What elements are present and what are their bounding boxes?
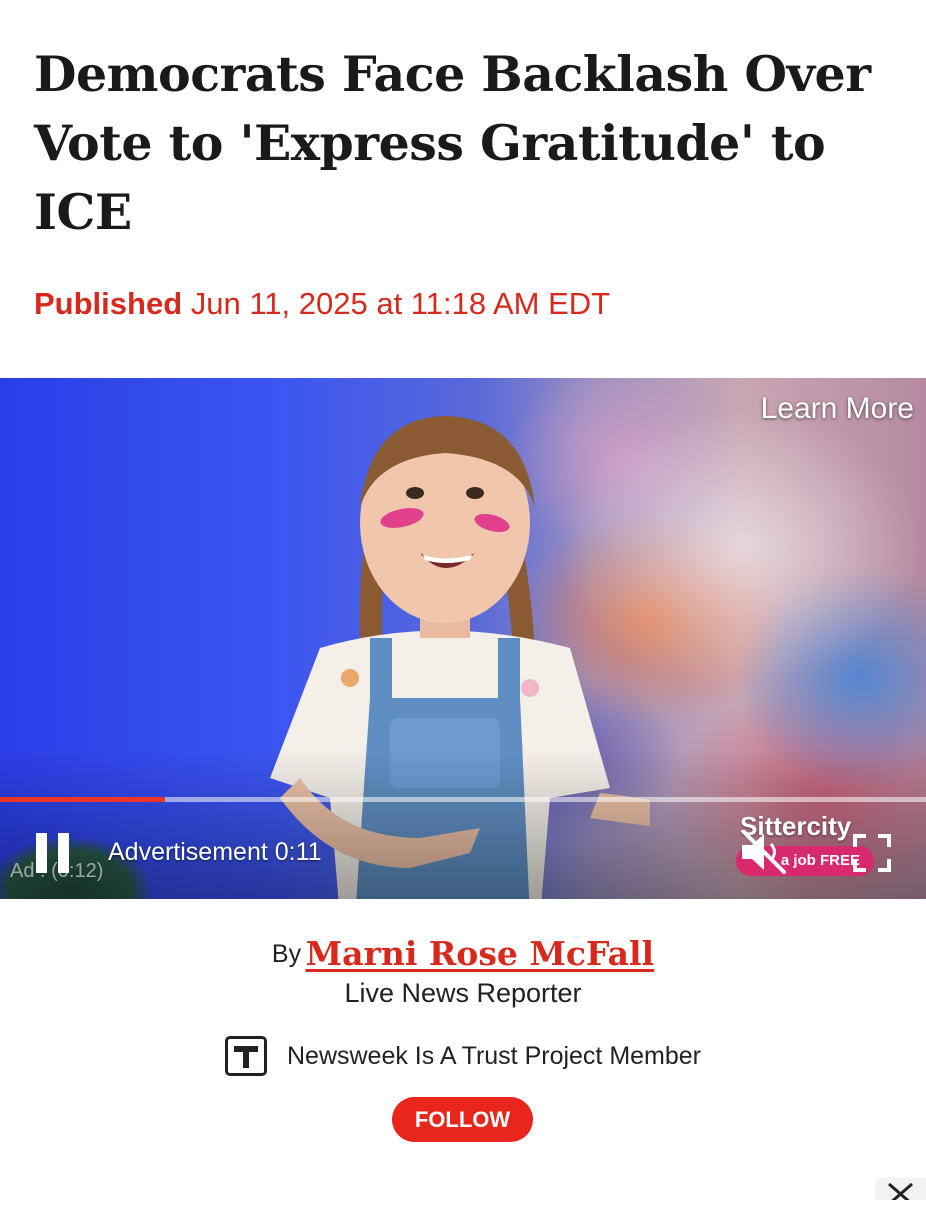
fullscreen-icon[interactable] [852, 833, 892, 873]
ad-countdown-overlay: Ad : (0:12) [10, 860, 104, 882]
trust-project-text: Newsweek Is A Trust Project Member [286, 1041, 702, 1070]
published-line: Published Jun 11, 2025 at 11:18 AM EDT [34, 286, 610, 322]
close-ad-tab[interactable] [875, 1178, 926, 1205]
author-role: Live News Reporter [344, 978, 582, 1008]
advertisement-label: Advertisement 0:11 [108, 838, 322, 866]
video-ad-player[interactable]: Learn More Ad : (0:12) Advertisement 0:1… [0, 378, 926, 899]
follow-button[interactable]: FOLLOW [392, 1097, 533, 1142]
video-progress-fill [0, 797, 165, 802]
author-link[interactable]: Marni Rose McFall [306, 934, 655, 973]
close-icon[interactable] [875, 1178, 926, 1205]
article-headline: Democrats Face Backlash Over Vote to 'Ex… [34, 45, 871, 241]
published-date: Jun 11, 2025 at 11:18 AM EDT [190, 286, 611, 321]
trust-project-badge[interactable]: Newsweek Is A Trust Project Member [0, 1036, 926, 1076]
learn-more-link[interactable]: Learn More [761, 392, 914, 426]
trust-project-icon [224, 1036, 267, 1076]
video-progress-bar[interactable] [0, 797, 926, 802]
muted-speaker-icon[interactable] [738, 828, 790, 876]
published-label: Published [34, 286, 183, 321]
byline-prefix: By [271, 940, 302, 968]
author-byline: By Marni Rose McFall [0, 934, 926, 973]
